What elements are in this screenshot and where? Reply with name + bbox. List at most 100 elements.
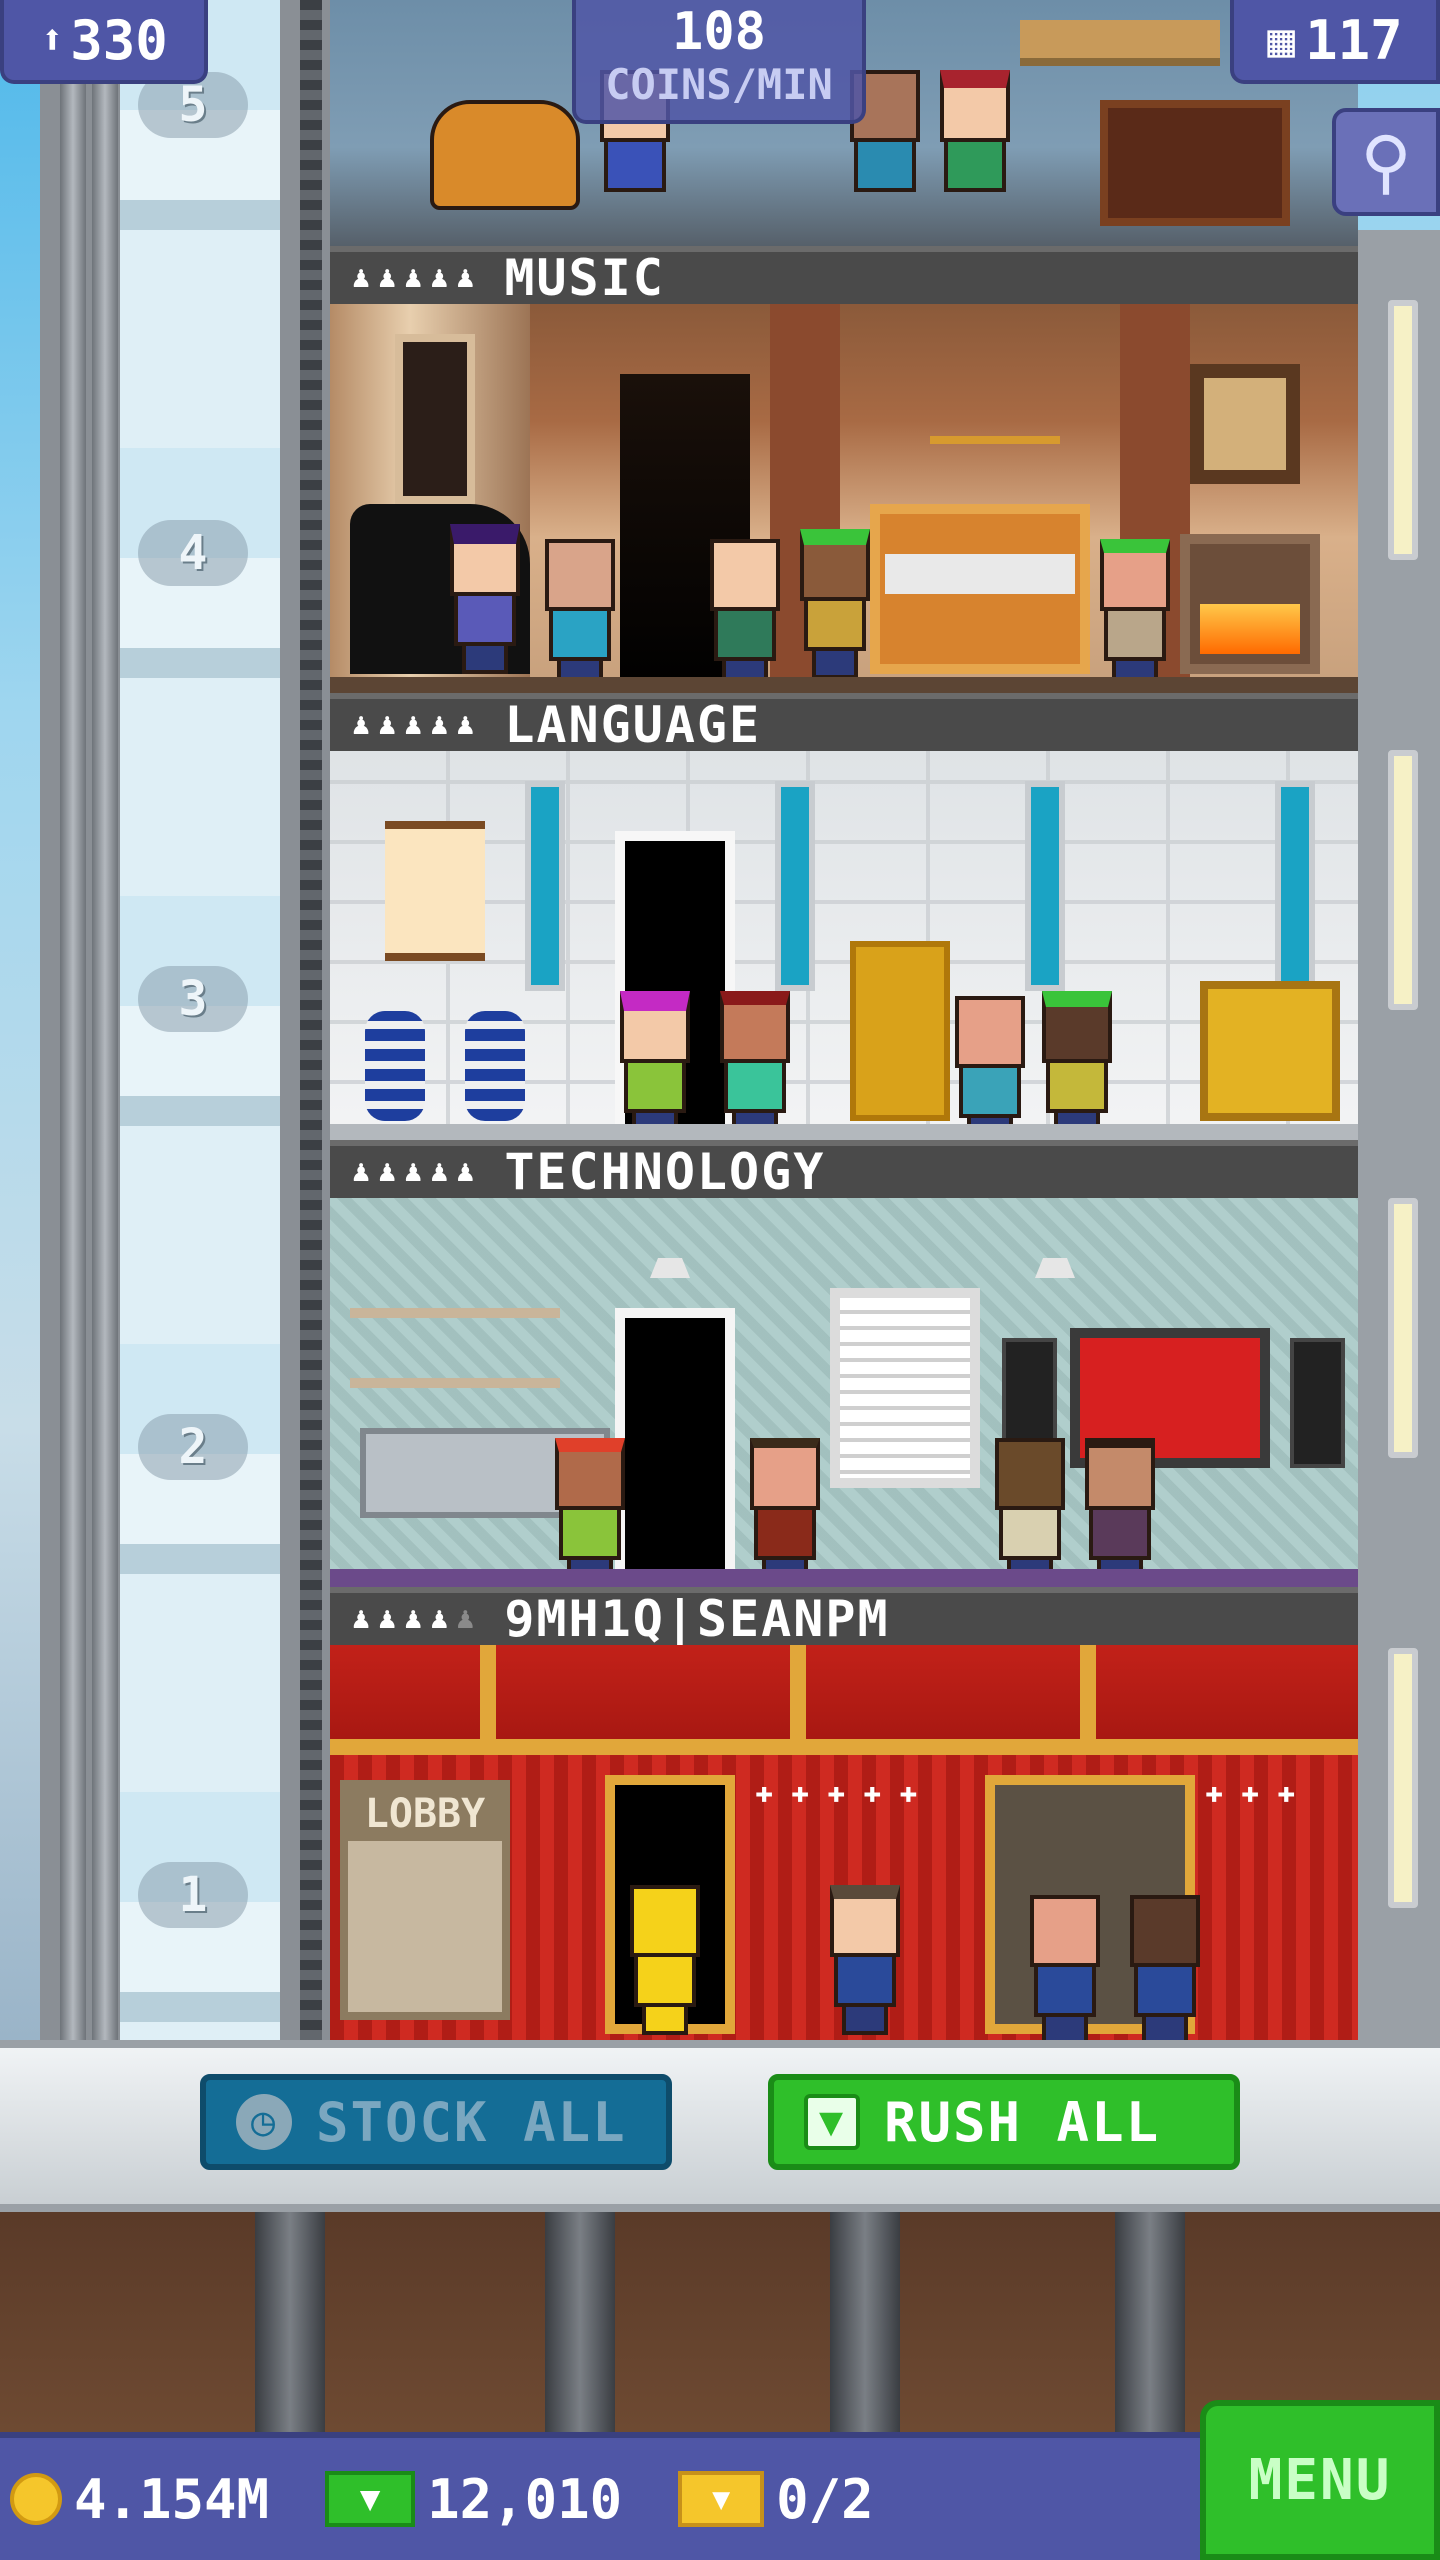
resident-slot-icon: ♟ (352, 1154, 371, 1189)
resident[interactable] (720, 991, 790, 1140)
visitor-hazmat[interactable] (630, 1885, 700, 2035)
floor-base (330, 1124, 1358, 1140)
shelf (350, 1378, 560, 1388)
bux-value: 12,010 (427, 2467, 623, 2531)
floor-music[interactable]: ♟ ♟ ♟ ♟ ♟ MUSIC (330, 246, 1358, 693)
floor-header: ♟ ♟ ♟ ♟ ♟ TECHNOLOGY (330, 1140, 1358, 1201)
resident[interactable] (1100, 539, 1170, 689)
window (395, 334, 475, 504)
tickets-counter[interactable]: ▼ 0/2 (678, 2468, 874, 2531)
coins-per-min-label: COINS/MIN (605, 60, 833, 109)
string-lights-icon: ✚✚✚✚✚ (755, 1775, 936, 1810)
floor-name: 9MH1Q|SEANPM (504, 1590, 890, 1648)
person-up-icon: ⬆ (40, 17, 65, 63)
resident[interactable] (995, 1438, 1065, 1587)
floor-count-value: 117 (1305, 8, 1403, 72)
clock-icon: ◷ (236, 2094, 292, 2150)
magnifier-icon: ⚲ (1360, 121, 1412, 203)
resident[interactable] (545, 539, 615, 689)
resident-slot-icon: ♟ (378, 1154, 397, 1189)
window-blinds (830, 1288, 980, 1488)
floor-header: ♟ ♟ ♟ ♟ ♟ 9MH1Q|SEANPM (330, 1587, 1358, 1648)
visitor[interactable] (1030, 1895, 1100, 2040)
resident[interactable] (800, 529, 870, 679)
floor-room[interactable] (330, 751, 1358, 1140)
resident-slot-icon: ♟ (456, 260, 475, 295)
floor-number: 4 (138, 520, 248, 586)
floor-language[interactable]: ♟ ♟ ♟ ♟ ♟ LANGUAGE (330, 693, 1358, 1140)
truss (1080, 1645, 1096, 1755)
resident[interactable] (940, 70, 1010, 192)
pillar (775, 781, 815, 991)
elevator-door (615, 1308, 735, 1587)
resident[interactable] (710, 539, 780, 689)
bux-counter[interactable]: ▼ 12,010 (325, 2468, 622, 2531)
population-counter[interactable]: ⬆ 330 (0, 0, 208, 84)
floor-name: MUSIC (504, 249, 665, 307)
pillar (1275, 781, 1315, 991)
bux-icon: ▼ (804, 2094, 860, 2150)
resident[interactable] (1085, 1438, 1155, 1587)
stock-all-button[interactable]: ◷ STOCK ALL (200, 2074, 672, 2170)
building-window (1388, 1198, 1418, 1458)
resident-slot-icon: ♟ (352, 707, 371, 742)
string-lights-icon: ✚✚✚ (1205, 1775, 1314, 1810)
floor-base (330, 677, 1358, 693)
tv-icon (1100, 100, 1290, 226)
resident[interactable] (1042, 991, 1112, 1140)
game-screen: 5 4 3 2 1 ♟ ♟ ♟ ♟ ♟ MUSIC ♟ ♟ ♟ ♟ ♟ LANG… (0, 0, 1440, 2560)
floor-technology[interactable]: ♟ ♟ ♟ ♟ ♟ TECHNOLOGY (330, 1140, 1358, 1587)
floor-name: TECHNOLOGY (504, 1143, 826, 1201)
bookshelf-decoration (1020, 20, 1220, 66)
resident-slots: ♟ ♟ ♟ ♟ ♟ (352, 1157, 474, 1187)
ceiling-lamp-icon (1035, 1198, 1075, 1278)
floor-room[interactable] (330, 304, 1358, 693)
resident-slot-icon: ♟ (352, 260, 371, 295)
resident-slot-icon: ♟ (352, 1601, 371, 1636)
resident-slot-icon: ♟ (430, 260, 449, 295)
rush-all-button[interactable]: ▼ RUSH ALL (768, 2074, 1240, 2170)
pillar (525, 781, 565, 991)
resident-slot-icon: ♟ (456, 1154, 475, 1189)
resident-slots: ♟ ♟ ♟ ♟ ♟ (352, 710, 474, 740)
resident[interactable] (450, 524, 520, 674)
resident-slot-icon: ♟ (378, 707, 397, 742)
resident[interactable] (750, 1438, 820, 1587)
resident[interactable] (555, 1438, 625, 1587)
menu-button[interactable]: MENU (1200, 2400, 1440, 2560)
fire-icon (1200, 604, 1300, 654)
lobby-sign: LOBBY (348, 1787, 502, 1841)
vase-icon (365, 1011, 425, 1121)
resident-slot-icon: ♟ (404, 260, 423, 295)
shaft-rail-mid (92, 0, 118, 2040)
resident-slot-icon: ♟ (456, 707, 475, 742)
stock-all-label: STOCK ALL (316, 2090, 627, 2154)
menu-label: MENU (1248, 2447, 1392, 2513)
floor-number: 3 (138, 966, 248, 1032)
floor-counter[interactable]: ▦ 117 (1230, 0, 1440, 84)
search-button[interactable]: ⚲ (1332, 108, 1440, 216)
throne-icon (850, 941, 950, 1121)
floor-room[interactable] (330, 1198, 1358, 1587)
resident[interactable] (620, 991, 690, 1140)
resident-slot-empty-icon: ♟ (456, 1601, 475, 1636)
resident[interactable] (955, 996, 1025, 1140)
floor-lobby[interactable]: ♟ ♟ ♟ ♟ ♟ 9MH1Q|SEANPM LOBBY ✚✚✚✚✚ ✚✚✚ (330, 1587, 1358, 2040)
coins-per-min-display: 108 COINS/MIN (572, 0, 866, 124)
floor-base (330, 1569, 1358, 1587)
tickets-value: 0/2 (776, 2467, 874, 2531)
building-window (1388, 300, 1418, 560)
coins-counter[interactable]: 4.154M (10, 2468, 269, 2531)
bed-sheet (885, 554, 1075, 594)
resident-slots: ♟ ♟ ♟ ♟ ♟ (352, 1604, 474, 1634)
visitor[interactable] (1130, 1895, 1200, 2040)
resident-slot-icon: ♟ (430, 1154, 449, 1189)
painting (1190, 364, 1300, 484)
visitor[interactable] (830, 1885, 900, 2035)
resident-slot-icon: ♟ (430, 1601, 449, 1636)
elevator-cable (300, 0, 322, 2040)
rush-all-label: RUSH ALL (884, 2090, 1161, 2154)
building-icon: ▦ (1267, 13, 1296, 67)
floor-room[interactable]: LOBBY ✚✚✚✚✚ ✚✚✚ (330, 1645, 1358, 2040)
floor-header: ♟ ♟ ♟ ♟ ♟ LANGUAGE (330, 693, 1358, 754)
